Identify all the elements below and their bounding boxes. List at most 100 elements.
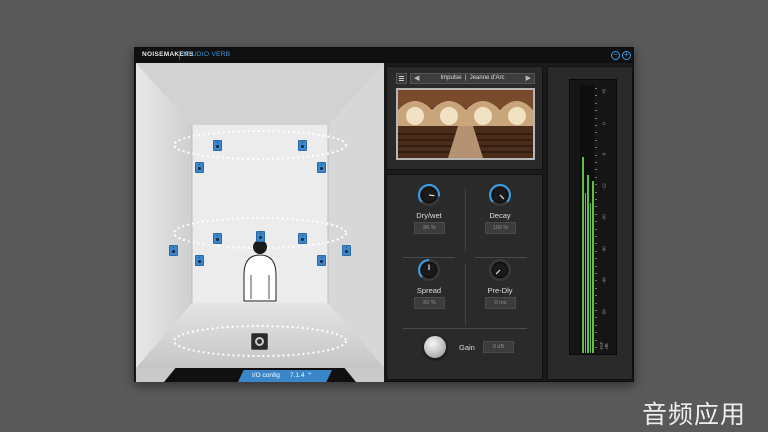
meter-scale-label: -12 <box>601 182 607 190</box>
meter-tick-mark <box>595 169 597 171</box>
meter-bar <box>582 157 584 353</box>
meter-tick-mark <box>595 324 597 326</box>
meter-tick-mark <box>595 125 597 126</box>
meter-scale-label: +6 <box>601 88 607 95</box>
meter-tick-mark <box>595 317 597 319</box>
meter-tick-mark <box>595 176 597 178</box>
meter-bar <box>589 203 591 353</box>
speaker-side-right[interactable] <box>342 245 351 256</box>
meter-tick-mark <box>595 236 597 237</box>
impulse-label: Impulse <box>440 75 462 81</box>
spread-value[interactable]: 50 % <box>414 297 445 309</box>
pre-delay-label: Pre-Dly <box>487 286 513 295</box>
meter-scale-label: -30 <box>601 245 607 253</box>
decay-label: Decay <box>489 211 511 220</box>
meter-tick-mark <box>595 243 597 245</box>
meter-tick-mark <box>595 258 597 260</box>
watermark-text: 音频应用 <box>642 401 747 429</box>
dry-wet-label: Dry/wet <box>416 211 442 220</box>
meter-scale-label: -INF dB <box>599 341 609 351</box>
meter-tick-mark <box>595 110 597 112</box>
speaker-front-left[interactable] <box>213 233 222 244</box>
gain-value[interactable]: 0 dB <box>483 341 514 353</box>
meter-tick-mark <box>595 139 597 141</box>
io-config-selector[interactable]: I/O config 7.1.4 ÷ <box>238 370 332 382</box>
meter-tick-mark <box>595 332 597 334</box>
speaker-rear-left[interactable] <box>195 255 204 266</box>
meter-tick-mark <box>595 132 597 134</box>
speaker-top-front-left[interactable] <box>213 140 222 151</box>
speaker-room-view: I/O config 7.1.4 ÷ <box>136 63 384 382</box>
speaker-rear-right[interactable] <box>317 255 326 266</box>
io-config-value: 7.1.4 <box>290 372 305 379</box>
impulse-panel: ◀ Impulse | Jeanne d'Arc ▶ <box>386 66 543 170</box>
impulse-display: Impulse | Jeanne d'Arc <box>411 75 534 81</box>
pre-delay-value[interactable]: 0 ms <box>485 297 516 309</box>
minus-circle-icon[interactable]: − <box>611 51 620 60</box>
meter-tick-mark <box>595 154 597 156</box>
product-name: STUDIO VERB <box>183 51 231 58</box>
meter-tick-mark <box>595 199 597 200</box>
meter-tick-mark <box>595 287 597 289</box>
pre-delay-knob[interactable] <box>488 258 512 282</box>
meter-bar <box>592 181 594 353</box>
decay-value[interactable]: 100 % <box>485 222 516 234</box>
meter-scale: +6 0 -6 -12 -20 -30 -40 -50 -INF dB <box>595 80 609 356</box>
meter-tick-mark <box>595 295 597 297</box>
meter-track <box>580 85 594 353</box>
spread-knob[interactable] <box>417 258 441 282</box>
meter-scale-label: -20 <box>601 214 607 221</box>
io-config-label: I/O config <box>252 372 280 379</box>
speaker-front-right[interactable] <box>298 233 307 244</box>
spread-label: Spread <box>416 286 442 295</box>
meter-scale-label: -40 <box>601 277 607 284</box>
meter-tick-mark <box>595 191 597 193</box>
meter-tick-mark <box>595 102 597 104</box>
decay-knob[interactable] <box>488 183 512 207</box>
meter-tick-mark <box>595 228 597 230</box>
controls-panel: Dry/wet 86 % Decay 100 % Spread 50 % Pre… <box>386 174 543 380</box>
impulse-separator: | <box>464 75 467 81</box>
impulse-preset-name: Jeanne d'Arc <box>469 75 505 81</box>
speaker-top-rear-right[interactable] <box>317 162 326 173</box>
dry-wet-knob[interactable] <box>417 183 441 207</box>
divider-vertical-top <box>465 189 466 251</box>
subwoofer-speaker[interactable] <box>251 333 268 350</box>
gain-label: Gain <box>459 343 475 352</box>
next-impulse-icon[interactable]: ▶ <box>526 74 531 83</box>
meter-tick-mark <box>595 265 597 267</box>
speaker-top-rear-left[interactable] <box>195 162 204 173</box>
meter-tick-mark <box>595 213 597 215</box>
meter-tick-mark <box>595 162 597 163</box>
hamburger-icon[interactable] <box>396 73 407 84</box>
plus-circle-icon[interactable]: + <box>622 51 631 60</box>
brand-separator <box>179 51 180 60</box>
plugin-window: NOISEMAKERS STUDIO VERB − + I/O config 7… <box>134 47 634 382</box>
meter-tick-mark <box>595 273 597 274</box>
meter-tick-mark <box>595 280 597 282</box>
meter-tick-mark <box>595 250 597 252</box>
meter-tick-mark <box>595 302 597 304</box>
title-bar: NOISEMAKERS STUDIO VERB − + <box>135 48 633 63</box>
output-meter-panel: +6 0 -6 -12 -20 -30 -40 -50 -INF dB <box>547 66 633 380</box>
io-config-bar: I/O config 7.1.4 ÷ <box>164 368 356 382</box>
meter-scale-label: -50 <box>601 308 607 316</box>
meter-tick-mark <box>595 206 597 208</box>
impulse-selector[interactable]: ◀ Impulse | Jeanne d'Arc ▶ <box>410 73 535 84</box>
meter-tick-mark <box>595 347 597 348</box>
divider-vertical-bottom <box>465 263 466 325</box>
meter-scale-label: 0 <box>601 121 607 125</box>
speaker-center[interactable] <box>256 231 265 242</box>
speaker-side-left[interactable] <box>169 245 178 256</box>
meter-tick-mark <box>595 147 597 149</box>
impulse-photo <box>396 88 535 160</box>
gain-knob[interactable] <box>423 335 447 359</box>
meter-scale-label: -6 <box>601 152 607 157</box>
dry-wet-value[interactable]: 86 % <box>414 222 445 234</box>
dropdown-arrow-icon: ÷ <box>308 371 312 378</box>
speaker-top-front-right[interactable] <box>298 140 307 151</box>
divider-horizontal-gain <box>403 328 527 329</box>
meter-tick-mark <box>595 339 597 341</box>
level-meter: +6 0 -6 -12 -20 -30 -40 -50 -INF dB <box>569 79 617 355</box>
meter-tick-mark <box>595 184 597 186</box>
